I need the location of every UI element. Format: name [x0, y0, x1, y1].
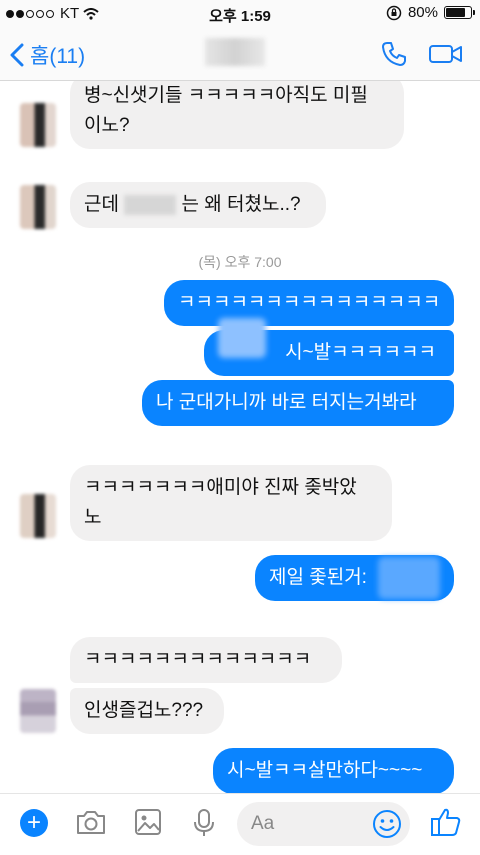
incoming-message[interactable]: ㅋㅋㅋㅋㅋㅋㅋㅋㅋㅋㅋㅋㅋ — [70, 637, 342, 683]
incoming-message[interactable]: 근데 는 왜 터쳤노..? — [70, 182, 326, 228]
back-label: 홈(11) — [30, 45, 86, 68]
plus-icon[interactable]: + — [20, 809, 48, 837]
composer-bar: + Aa — [0, 793, 480, 855]
avatar[interactable] — [20, 103, 56, 147]
outgoing-message[interactable]: 시~발ㅋㅋ살만하다~~~~ — [213, 748, 454, 793]
timestamp: (목) 오후 7:00 — [198, 254, 282, 270]
avatar[interactable] — [20, 689, 56, 733]
message-text: 시~발ㅋㅋ살만하다~~~~ — [227, 760, 423, 781]
message-list[interactable]: 병~신샛기들 ㅋㅋㅋㅋㅋ아직도 미필 이노? 근데 는 왜 터쳤노..? (목)… — [0, 81, 480, 793]
phone-icon[interactable] — [380, 40, 408, 68]
contact-name-redacted — [205, 38, 265, 66]
message-text: 나 군대가니까 바로 터지는거봐라 — [156, 392, 417, 413]
message-text: 제일 좇된거: — [269, 567, 367, 588]
emoji-icon[interactable] — [372, 809, 402, 839]
battery-icon — [444, 6, 475, 19]
avatar[interactable] — [20, 185, 56, 229]
message-text: ㅋㅋㅋㅋㅋㅋㅋㅋㅋㅋㅋㅋㅋ — [84, 649, 312, 670]
avatar[interactable] — [20, 494, 56, 538]
message-text: 시~발ㅋㅋㅋㅋㅋㅋ — [285, 342, 436, 363]
message-text: 는 왜 터쳤노..? — [181, 194, 301, 215]
conversation-header: 홈(11) — [0, 28, 480, 81]
camera-icon[interactable] — [75, 808, 107, 836]
message-line: ㅋㅋㅋㅋㅋㅋㅋ애미야 진짜 좆박았 — [84, 477, 357, 498]
message-line: 노 — [84, 507, 102, 528]
battery-percent: 80% — [407, 4, 438, 21]
incoming-message[interactable]: 인생즐겁노??? — [70, 688, 224, 734]
message-text: 인생즐겁노??? — [84, 700, 204, 721]
message-text: ㅋㅋㅋㅋㅋㅋㅋㅋㅋㅋㅋㅋㅋㅋㅋ — [178, 292, 441, 313]
status-bar: KT 오후 1:59 80% — [0, 0, 480, 28]
outgoing-message[interactable]: 나 군대가니까 바로 터지는거봐라 — [142, 380, 454, 426]
status-right: 80% — [386, 4, 475, 21]
outgoing-message[interactable]: ㅋㅋㅋㅋㅋㅋㅋㅋㅋㅋㅋㅋㅋㅋㅋ — [164, 280, 454, 326]
incoming-message[interactable]: ㅋㅋㅋㅋㅋㅋㅋ애미야 진짜 좆박았 노 — [70, 465, 392, 541]
redacted-patch — [378, 557, 440, 599]
message-line: 병~신샛기들 ㅋㅋㅋㅋㅋ아직도 미필 — [84, 85, 368, 106]
back-button[interactable]: 홈(11) — [10, 40, 85, 70]
video-icon[interactable] — [428, 40, 464, 68]
orientation-lock-icon — [386, 5, 402, 20]
microphone-icon[interactable] — [192, 808, 216, 838]
input-placeholder: Aa — [251, 813, 275, 834]
message-line: 이노? — [84, 115, 130, 136]
redacted-patch — [218, 318, 266, 358]
message-text: 근데 — [84, 194, 119, 215]
incoming-message[interactable]: 병~신샛기들 ㅋㅋㅋㅋㅋ아직도 미필 이노? — [70, 81, 404, 149]
thumbs-up-icon[interactable] — [430, 806, 462, 838]
image-icon[interactable] — [134, 808, 162, 836]
back-chevron-icon — [10, 43, 24, 67]
redacted-word — [124, 194, 177, 215]
